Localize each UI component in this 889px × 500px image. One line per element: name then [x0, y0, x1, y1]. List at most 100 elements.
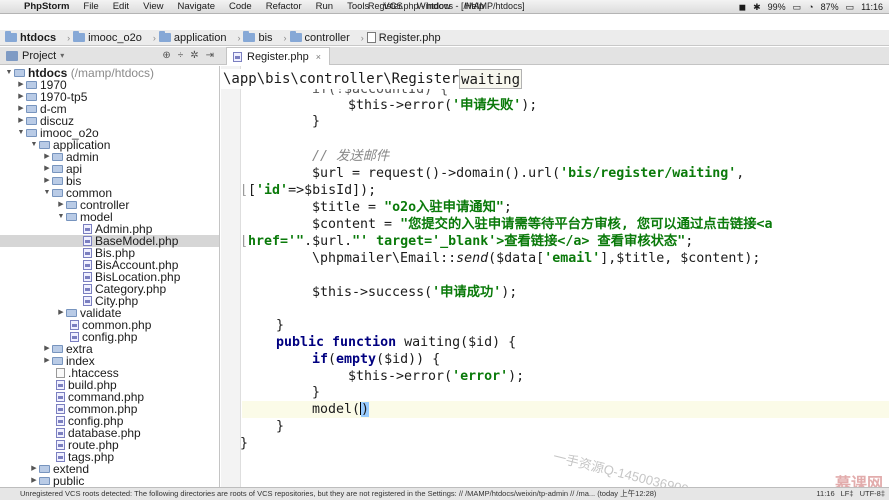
php-class-icon [233, 51, 242, 62]
php-class-icon [83, 296, 92, 306]
folder-icon [52, 165, 63, 173]
chevron-right-icon: › [152, 32, 156, 43]
folder-icon [39, 477, 50, 485]
battery-b-label[interactable]: 87% [821, 2, 839, 12]
php-class-icon [83, 248, 92, 258]
menu-run[interactable]: Run [309, 1, 340, 12]
php-file-icon [70, 332, 79, 342]
code-line: \phpmailer\Email::send($data['email'],$t… [312, 251, 761, 266]
folder-icon [158, 31, 171, 42]
status-bar: Unregistered VCS roots detected: The fol… [0, 487, 889, 500]
collapsed-arrow-icon[interactable]: ▶ [42, 175, 52, 187]
clock-label[interactable]: 11:16 [861, 2, 883, 12]
namespace-path[interactable]: \app\bis\controller\Register [223, 69, 459, 89]
app-menu[interactable]: PhpStorm [22, 1, 76, 12]
breadcrumb-application[interactable]: › application [142, 31, 226, 44]
tab-register-php[interactable]: Register.php × [226, 47, 331, 65]
breadcrumb-htdocs[interactable]: htdocs [0, 31, 56, 44]
code-line: public function waiting($id) { [276, 335, 517, 350]
php-class-icon [83, 224, 92, 234]
line-separator[interactable]: LF‡ [841, 488, 854, 500]
code-line: } [276, 318, 285, 333]
menu-edit[interactable]: Edit [106, 1, 136, 12]
collapsed-arrow-icon[interactable]: ▶ [16, 91, 26, 103]
code-line: ⌊['id'=>$bisId]); [240, 183, 377, 198]
text-file-icon [56, 368, 65, 378]
breadcrumb-imooc-o2o[interactable]: › imooc_o2o [56, 31, 142, 44]
chevron-right-icon: › [360, 32, 364, 43]
project-panel-tools: ⊕ ÷ ✲ ⇥ [162, 50, 214, 61]
hide-panel-icon[interactable]: ⇥ [206, 50, 214, 61]
code-line: $this->success('申请成功'); [312, 285, 518, 300]
battery-icon[interactable]: ▭ [793, 2, 802, 13]
code-line: $content = "您提交的入驻申请需等待平台方审核, 您可以通过点击链接<… [312, 217, 773, 232]
collapse-all-icon[interactable]: ÷ [178, 50, 184, 61]
code-content[interactable]: if(!$accountId) { $this->error('申请失败'); … [221, 66, 889, 487]
expanded-arrow-icon[interactable]: ▼ [4, 67, 14, 79]
settings-gear-icon[interactable]: ✲ [190, 50, 198, 61]
menu-bar: PhpStorm File Edit View Navigate Code Re… [0, 0, 889, 14]
collapsed-arrow-icon[interactable]: ▶ [56, 199, 66, 211]
code-editor[interactable]: if(!$accountId) { $this->error('申请失败'); … [221, 66, 889, 487]
tab-label: Register.php [247, 50, 309, 63]
php-file-icon [56, 440, 65, 450]
window-title: Register.php - htdocs - [/MAMP/htdocs] [368, 1, 525, 11]
expanded-arrow-icon[interactable]: ▼ [42, 187, 52, 199]
php-file-icon [56, 380, 65, 390]
soft-wrap-icon: ⌊ [240, 183, 249, 198]
collapsed-arrow-icon[interactable]: ▶ [42, 355, 52, 367]
project-panel-title[interactable]: Project [22, 50, 56, 62]
code-line: } [312, 114, 321, 129]
collapsed-arrow-icon[interactable]: ▶ [56, 307, 66, 319]
file-encoding[interactable]: UTF-8‡ [860, 488, 885, 500]
expanded-arrow-icon[interactable]: ▼ [56, 211, 66, 223]
collapsed-arrow-icon[interactable]: ▶ [29, 463, 39, 475]
menu-navigate[interactable]: Navigate [171, 1, 223, 12]
folder-icon [66, 213, 77, 221]
status-right: 11:16 LF‡ UTF-8‡ [816, 488, 885, 500]
tree-item-htdocs[interactable]: ▼ htdocs (/mamp/htdocs) [4, 67, 155, 79]
bluetooth-icon[interactable]: ✱ [753, 2, 761, 13]
tree-item-public[interactable]: ▶ public [29, 475, 84, 487]
status-message[interactable]: Unregistered VCS roots detected: The fol… [20, 489, 656, 498]
tray-app-icon[interactable]: ◼ [739, 2, 746, 13]
dropdown-icon[interactable]: ▾ [60, 51, 64, 60]
collapsed-arrow-icon[interactable]: ▶ [16, 79, 26, 91]
folder-icon [52, 357, 63, 365]
battery-icon-2[interactable]: ▭ [846, 2, 855, 13]
folder-icon [39, 465, 50, 473]
project-icon [6, 50, 18, 61]
collapsed-arrow-icon[interactable]: ▶ [42, 151, 52, 163]
breadcrumb-controller[interactable]: › controller [273, 31, 350, 44]
collapsed-arrow-icon[interactable]: ▶ [16, 115, 26, 127]
code-comment: // 发送邮件 [312, 149, 390, 164]
breadcrumb-bis[interactable]: › bis [226, 31, 273, 44]
breadcrumb-register-php[interactable]: › Register.php [350, 32, 441, 44]
menu-view[interactable]: View [136, 1, 170, 12]
namespace-method[interactable]: waiting [459, 69, 523, 89]
expanded-arrow-icon[interactable]: ▼ [29, 139, 39, 151]
code-line: $title = "o2o入驻申请通知"; [312, 200, 512, 215]
chevron-right-icon: › [283, 32, 287, 43]
chevron-right-icon: › [67, 32, 71, 43]
scroll-from-source-icon[interactable]: ⊕ [162, 50, 170, 61]
wifi-icon[interactable]: ◔ [808, 2, 813, 12]
namespace-breadcrumb[interactable]: \app\bis\controller\Register waiting [221, 69, 523, 89]
menu-file[interactable]: File [76, 1, 105, 12]
folder-icon [66, 309, 77, 317]
folder-icon [52, 153, 63, 161]
menu-code[interactable]: Code [222, 1, 259, 12]
folder-icon [14, 69, 25, 77]
battery-a-label[interactable]: 99% [768, 2, 786, 12]
folder-icon [289, 31, 302, 42]
collapsed-arrow-icon[interactable]: ▶ [16, 103, 26, 115]
collapsed-arrow-icon[interactable]: ▶ [42, 343, 52, 355]
close-icon[interactable]: × [316, 52, 321, 62]
collapsed-arrow-icon[interactable]: ▶ [42, 163, 52, 175]
soft-wrap-icon: ⌊ [240, 234, 249, 249]
collapsed-arrow-icon[interactable]: ▶ [29, 475, 39, 487]
menu-refactor[interactable]: Refactor [259, 1, 309, 12]
caret-position[interactable]: 11:16 [816, 488, 834, 500]
expanded-arrow-icon[interactable]: ▼ [16, 127, 26, 139]
code-line: $this->error('error'); [348, 369, 525, 384]
